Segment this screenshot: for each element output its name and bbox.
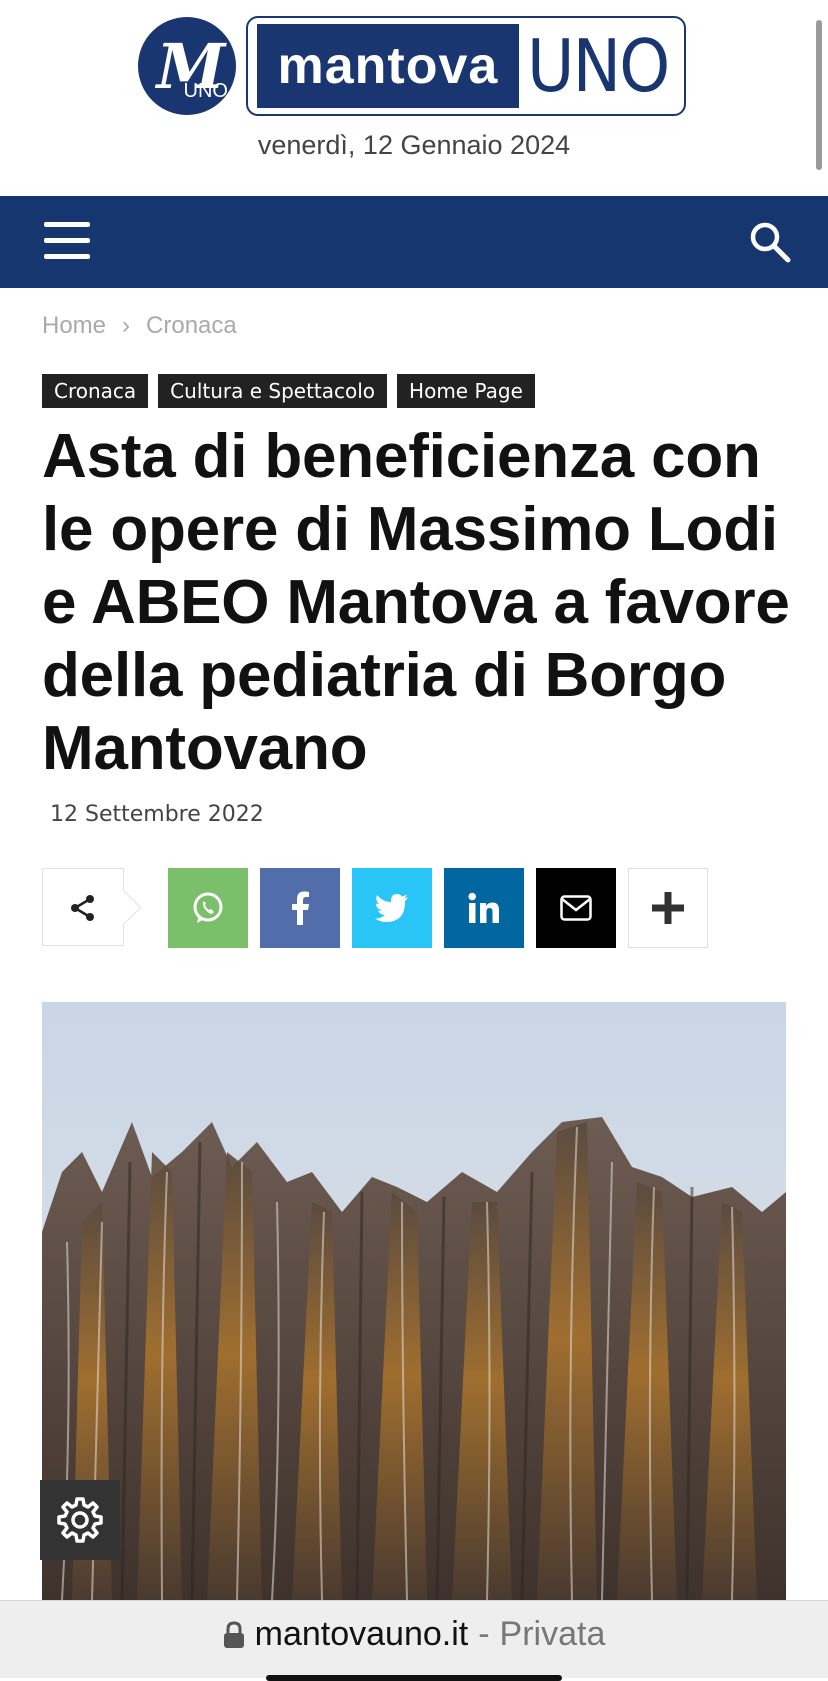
lock-icon [223,1620,244,1648]
share-icon [71,895,94,921]
header-date: venerdì, 12 Gennaio 2024 [257,130,571,160]
linkedin-icon [468,892,499,923]
browser-address-bar[interactable]: mantovauno.it - Privata [0,1600,828,1681]
linkedin-share-button[interactable] [444,868,524,948]
whatsapp-icon [193,892,223,923]
scrollbar[interactable] [816,20,822,170]
breadcrumb-separator: › [122,312,131,339]
breadcrumb-category[interactable]: Cronaca [146,312,237,340]
private-mode-label: Privata [499,1615,606,1653]
breadcrumb-home[interactable]: Home [42,312,106,340]
article-title: Asta di beneficienza con le opere di Mas… [42,422,790,783]
twitter-icon [375,894,408,922]
logo-word-light: UNO [526,24,670,108]
breadcrumb: Home › Cronaca [42,312,237,340]
category-tags: Cronaca Cultura e Spettacolo Home Page [42,374,535,408]
url-separator: - [478,1615,490,1653]
site-header: M UNO mantova UNO venerdì, 12 Gennaio 20… [0,0,828,196]
logo-mark-small: UNO [183,80,228,102]
more-share-button[interactable] [628,868,708,948]
main-nav-bar [0,196,828,288]
url-display[interactable]: mantovauno.it - Privata [0,1615,828,1654]
gear-icon [57,1497,103,1543]
url-domain: mantovauno.it [254,1615,469,1653]
share-button[interactable] [42,868,124,946]
facebook-icon [292,891,309,925]
logo-mark: M UNO [138,17,236,115]
mail-share-button[interactable] [536,868,616,948]
logo-wordmark: mantova UNO [246,16,686,116]
mail-icon [560,895,592,921]
whatsapp-share-button[interactable] [168,868,248,948]
plus-icon [652,892,684,924]
logo-word-bold: mantova [257,24,519,108]
twitter-share-button[interactable] [352,868,432,948]
tag-cronaca[interactable]: Cronaca [42,374,149,408]
article-date: 12 Settembre 2022 [50,802,264,827]
tag-home-page[interactable]: Home Page [397,374,535,408]
site-logo[interactable]: M UNO mantova UNO [138,14,686,118]
tag-cultura-spettacolo[interactable]: Cultura e Spettacolo [158,374,388,408]
cookie-settings-button[interactable] [40,1480,120,1560]
hamburger-icon[interactable] [44,222,90,260]
facebook-share-button[interactable] [260,868,340,948]
abstract-painting-image [42,1002,786,1600]
search-icon[interactable] [748,220,792,264]
home-indicator[interactable] [266,1675,562,1681]
